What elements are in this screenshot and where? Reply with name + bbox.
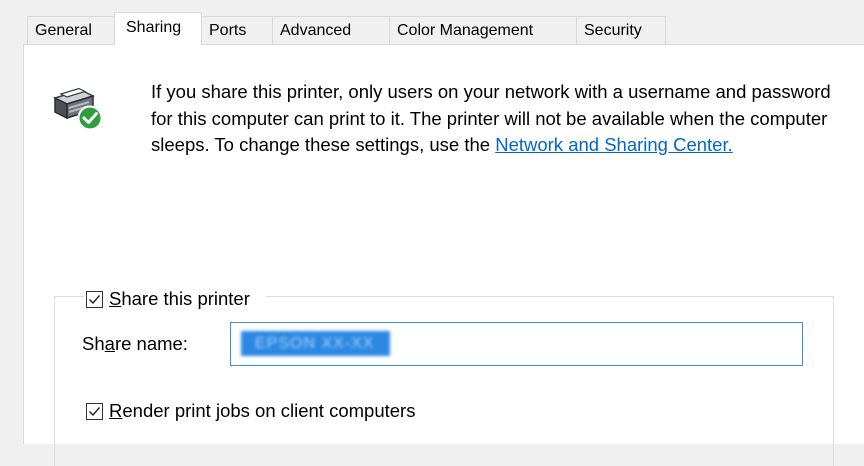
sharing-panel: If you share this printer, only users on… xyxy=(23,44,864,466)
share-printer-label: Share this printer xyxy=(109,288,250,309)
network-sharing-center-link[interactable]: Network and Sharing Center. xyxy=(495,134,733,155)
tab-strip: General Sharing Ports Advanced Color Man… xyxy=(27,12,666,45)
render-jobs-check-icon[interactable] xyxy=(86,402,103,420)
share-name-label: Share name: xyxy=(82,333,188,354)
share-name-input[interactable]: EPSON XX-XX xyxy=(230,322,803,366)
tab-sharing[interactable]: Sharing xyxy=(114,12,202,45)
tab-general[interactable]: General xyxy=(27,16,114,45)
tab-security[interactable]: Security xyxy=(576,16,666,45)
printer-properties-dialog: General Sharing Ports Advanced Color Man… xyxy=(0,0,864,466)
tab-advanced[interactable]: Advanced xyxy=(272,16,389,45)
render-jobs-label: Render print jobs on client computers xyxy=(109,400,416,421)
share-name-value: EPSON XX-XX xyxy=(241,331,390,356)
render-jobs-checkbox[interactable]: Render print jobs on client computers xyxy=(86,400,416,422)
shared-printer-icon xyxy=(51,84,105,132)
tab-color-management[interactable]: Color Management xyxy=(389,16,576,45)
tab-ports[interactable]: Ports xyxy=(202,16,272,45)
share-printer-check-icon[interactable] xyxy=(86,290,103,308)
sharing-info-text: If you share this printer, only users on… xyxy=(151,79,841,159)
share-printer-checkbox[interactable]: Share this printer xyxy=(84,288,266,310)
